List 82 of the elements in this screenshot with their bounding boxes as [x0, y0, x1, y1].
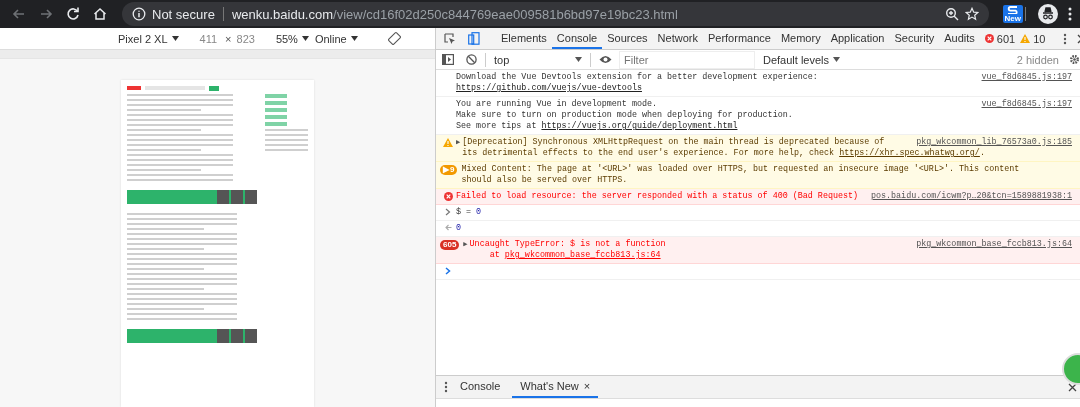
dropdown-caret-icon: [301, 36, 309, 41]
message-text: should also be served over HTTPS.: [461, 175, 628, 186]
star-icon[interactable]: [964, 7, 979, 21]
settings-icon[interactable]: [1069, 54, 1080, 65]
panel-tab[interactable]: Network: [652, 28, 703, 49]
zoom-icon[interactable]: [944, 7, 959, 21]
info-icon[interactable]: [132, 7, 146, 21]
message-text: 0: [456, 223, 462, 234]
context-selector[interactable]: top: [494, 53, 582, 66]
s-logo-icon: [1005, 5, 1020, 14]
device-toolbar-icon[interactable]: [468, 32, 480, 45]
message-text: Uncaught TypeError: $ is not a function: [469, 239, 666, 250]
prompt-chevron-icon: [445, 267, 451, 275]
dropdown-caret-icon: [833, 57, 841, 62]
source-link[interactable]: pkg_wkcommon_lib_76573a0.js:185: [916, 137, 1072, 148]
error-counter[interactable]: 601: [984, 32, 1016, 45]
incognito-avatar-icon[interactable]: [1038, 4, 1058, 24]
dropdown-caret-icon: [350, 36, 358, 41]
source-link[interactable]: pos.baidu.com/icwm?p…20&tcn=1589881938:1: [870, 191, 1072, 202]
height-value[interactable]: 823: [236, 32, 255, 45]
eye-icon[interactable]: [599, 55, 612, 64]
panel-tab[interactable]: Elements: [496, 28, 552, 49]
error-icon: [443, 192, 453, 201]
width-value[interactable]: 411: [199, 32, 218, 45]
message-text: Mixed Content: The page at '<URL>' was loaded over HTTPS, but requested an insecure image '<URL>'. This content: [461, 164, 1020, 175]
message-text: its detrimental effects to the end user's experience. For more help, check https://xhr.spec.whatwg.org/.: [462, 148, 985, 159]
message-text: $ = 0: [456, 207, 482, 218]
message-text: Download the Vue Devtools extension for a better development experience:: [456, 72, 818, 83]
message-text: at pkg_wkcommon_base_fccb813.js:64: [488, 250, 661, 261]
panel-tab[interactable]: Sources: [602, 28, 653, 49]
message-text: See more tips at https://vuejs.org/guide/deployment.html: [456, 121, 738, 132]
more-menu-icon[interactable]: [1068, 7, 1072, 21]
home-icon[interactable]: [92, 6, 108, 22]
dropdown-caret-icon: [575, 57, 582, 62]
panel-tab[interactable]: Audits: [939, 28, 980, 49]
tab-close[interactable]: ×: [583, 380, 591, 392]
panel-tab[interactable]: Performance: [702, 28, 776, 49]
repeat-count-badge[interactable]: 605: [440, 240, 460, 250]
log-levels-dropdown[interactable]: Default levels: [763, 53, 841, 66]
link[interactable]: https://github.com/vuejs/vue-devtools: [456, 83, 642, 93]
source-link[interactable]: vue_f8d6845.js:197: [981, 99, 1072, 110]
link[interactable]: pkg_wkcommon_base_fccb813.js:64: [504, 250, 661, 260]
security-label[interactable]: Not secure: [152, 6, 215, 22]
message-text: You are running Vue in development mode.: [456, 99, 658, 110]
extension-button[interactable]: New: [1002, 5, 1023, 23]
warning-icon: [443, 138, 453, 147]
clear-console-icon[interactable]: [466, 54, 477, 65]
warning-icon: [1020, 34, 1031, 43]
url-text: wenku.baidu.com/view/cd16f02d250c844769eae009581b6bd97e19bc23.html: [231, 6, 679, 22]
throttling-selector[interactable]: Online: [314, 32, 358, 45]
filter-field[interactable]: Filter: [620, 51, 754, 68]
panel-tab[interactable]: Application: [825, 28, 890, 49]
more-options-icon[interactable]: [1063, 32, 1068, 45]
inspect-element-icon[interactable]: [444, 32, 456, 45]
result-arrow-icon: [444, 224, 452, 231]
message-text: [Deprecation] Synchronous XMLHttpRequest on the main thread is deprecated because of: [462, 137, 885, 148]
drawer-tab[interactable]: What's New ×: [512, 376, 599, 398]
panel-tab[interactable]: Memory: [775, 28, 826, 49]
panel-tab[interactable]: Console: [551, 28, 603, 49]
times-sign: ×: [225, 32, 232, 45]
dropdown-caret-icon: [171, 36, 179, 41]
device-selector[interactable]: Pixel 2 XL: [118, 32, 179, 45]
message-text: Failed to load resource: the server responded with a status of 400 (Bad Request): [456, 191, 859, 202]
panel-tab[interactable]: Security: [889, 28, 940, 49]
link[interactable]: https://vuejs.org/guide/deployment.html: [541, 121, 738, 131]
zoom-selector[interactable]: 55%: [275, 32, 309, 45]
drawer-menu-icon[interactable]: [444, 381, 448, 393]
error-icon: [984, 34, 994, 43]
rotate-icon[interactable]: [387, 32, 401, 45]
close-drawer-icon[interactable]: [1068, 382, 1077, 392]
source-link[interactable]: vue_f8d6845.js:197: [981, 72, 1072, 83]
source-link[interactable]: pkg_wkcommon_base_fccb813.js:64: [916, 239, 1072, 250]
link[interactable]: https://xhr.spec.whatwg.org/: [839, 148, 980, 158]
input-chevron-icon: [445, 208, 451, 216]
message-text: Make sure to turn on production mode when deploying for production.: [456, 110, 793, 121]
new-label: New: [1004, 14, 1021, 23]
warning-counter[interactable]: 10: [1020, 32, 1046, 45]
reload-icon[interactable]: [65, 6, 81, 22]
hidden-count: 2 hidden: [1016, 53, 1059, 66]
address-bar[interactable]: Not secure wenku.baidu.com/view/cd16f02d250c844769eae009581b6bd97e19bc23.html: [122, 2, 989, 26]
sidebar-toggle-icon[interactable]: [442, 54, 454, 65]
drawer-tab[interactable]: Console: [452, 376, 509, 398]
